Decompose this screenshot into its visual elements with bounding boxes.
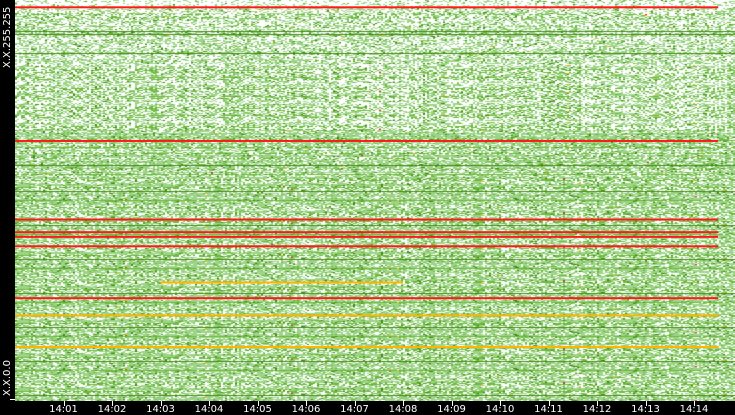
x-tick-label: 14:05 (243, 404, 272, 415)
highlighted-row-red (15, 139, 719, 142)
highlighted-row-orange (160, 281, 403, 284)
plot-area[interactable] (15, 0, 735, 401)
x-tick-label: 14:08 (388, 404, 418, 415)
highlighted-row-red (15, 235, 719, 238)
x-tick-label: 14:04 (194, 404, 224, 415)
y-top-text: X.X.255.255 (2, 6, 13, 68)
x-tick-label: 14:09 (437, 404, 466, 415)
ip-activity-heatmap: X.X.255.255 X.X.0.0 14:01 14:02 14:03 14:04… (0, 0, 735, 415)
x-tick-label: 14:11 (534, 404, 563, 415)
highlighted-row-red (15, 297, 719, 300)
x-tick-label: 14:10 (485, 404, 515, 415)
x-tick-label: 14:03 (146, 404, 175, 415)
x-tick-label: 14:13 (631, 404, 660, 415)
y-bottom-text: X.X.0.0 (2, 360, 13, 396)
highlight-layer (15, 6, 719, 348)
x-tick-label: 14:02 (97, 404, 127, 415)
x-tick-label: 14:12 (582, 404, 612, 415)
highlighted-row-orange (15, 314, 719, 317)
x-tick-label: 14:07 (340, 404, 369, 415)
highlighted-row-red (15, 218, 719, 221)
highlighted-row-red (15, 231, 719, 234)
x-tick-label: 14:06 (291, 404, 321, 415)
highlighted-row-red (15, 6, 719, 9)
x-tick-label: 14:01 (49, 404, 78, 415)
x-tick-label: 14:14 (679, 404, 709, 415)
highlighted-row-orange (15, 345, 719, 348)
highlighted-row-red (15, 245, 719, 248)
